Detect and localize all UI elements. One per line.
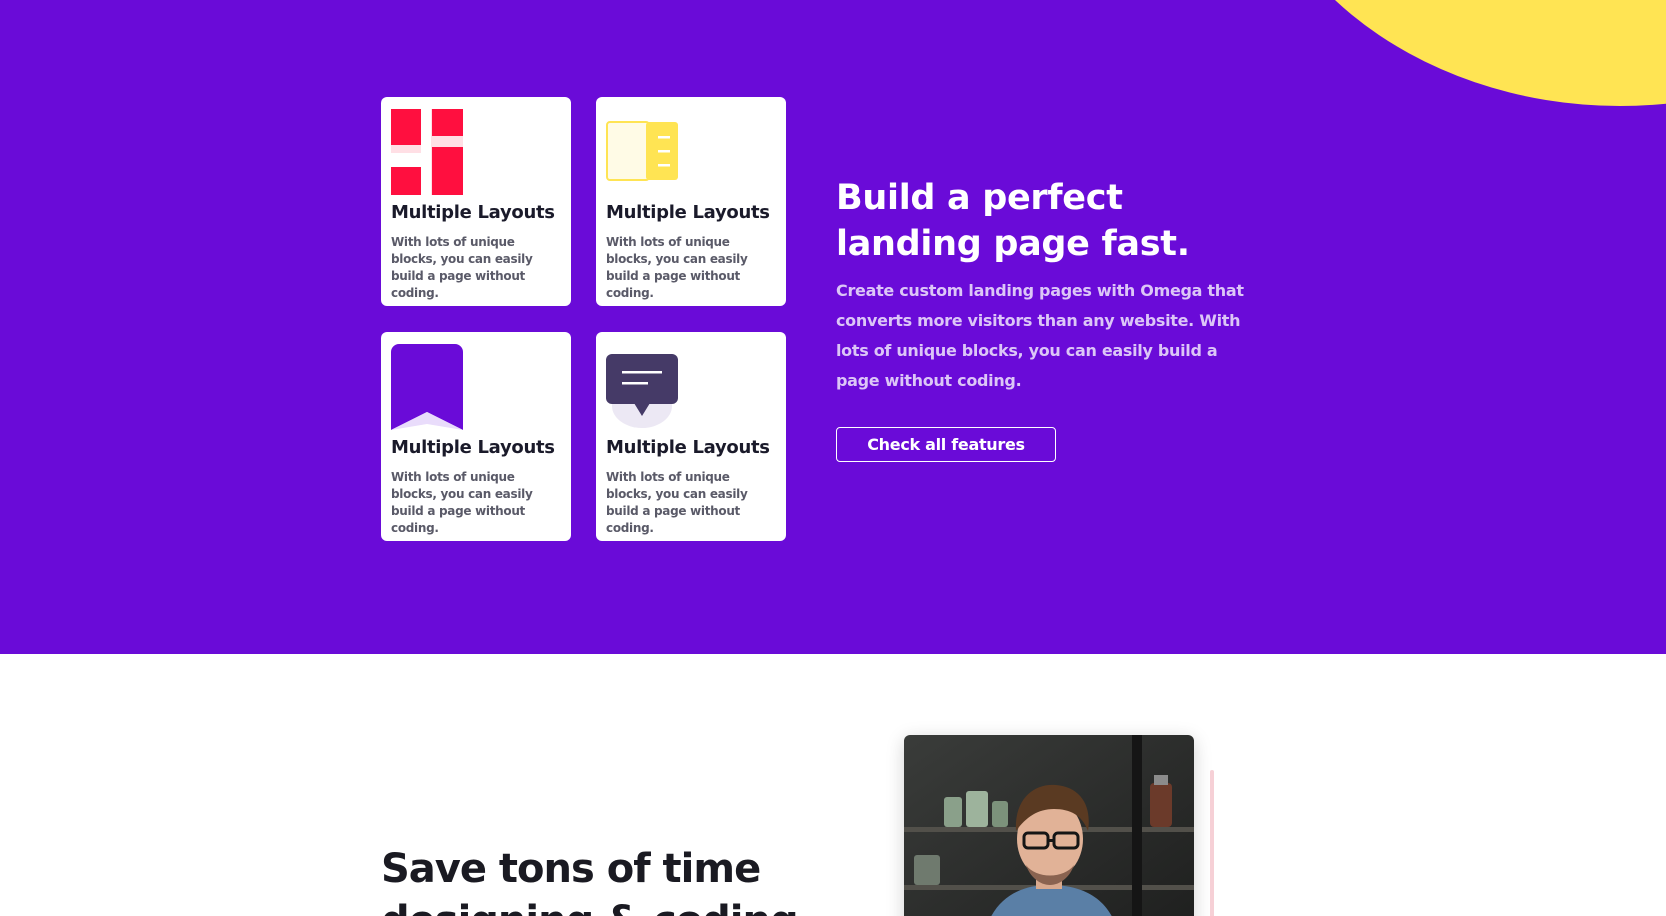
check-all-features-button[interactable]: Check all features [836,427,1056,462]
feature-title: Multiple Layouts [606,202,770,223]
chat-bubble-icon [606,354,678,428]
feature-description: With lots of unique blocks, you can easi… [606,470,748,535]
man-working-photo [904,735,1194,916]
feature-card: Multiple Layouts With lots of unique blo… [596,97,786,306]
hero-title-line: landing page fast. [836,224,1190,264]
feature-title: Multiple Layouts [391,437,555,458]
feature-title: Multiple Layouts [391,202,555,223]
feature-card: Multiple Layouts With lots of unique blo… [381,97,571,306]
feature-description: With lots of unique blocks, you can easi… [606,235,748,300]
book-icon [606,121,678,181]
layout-grid-icon [391,109,463,195]
hero-description: Create custom landing pages with Omega t… [836,281,1244,390]
feature-card: Multiple Layouts With lots of unique blo… [596,332,786,541]
bookmark-icon [391,344,463,430]
decorative-yellow-blob [1240,0,1666,106]
hero-title-line: Build a perfect [836,178,1123,218]
hero-title: Build a perfect landing page fast. [836,175,1276,267]
decorative-accent-bar [1210,770,1214,916]
section-title: Save tons of time designing & coding [381,846,799,916]
feature-description: With lots of unique blocks, you can easi… [391,235,533,300]
feature-card: Multiple Layouts With lots of unique blo… [381,332,571,541]
feature-description: With lots of unique blocks, you can easi… [391,470,533,535]
page: Multiple Layouts With lots of unique blo… [0,0,1666,916]
feature-title: Multiple Layouts [606,437,770,458]
hero-section: Multiple Layouts With lots of unique blo… [0,0,1666,654]
hero-photo [904,735,1194,916]
